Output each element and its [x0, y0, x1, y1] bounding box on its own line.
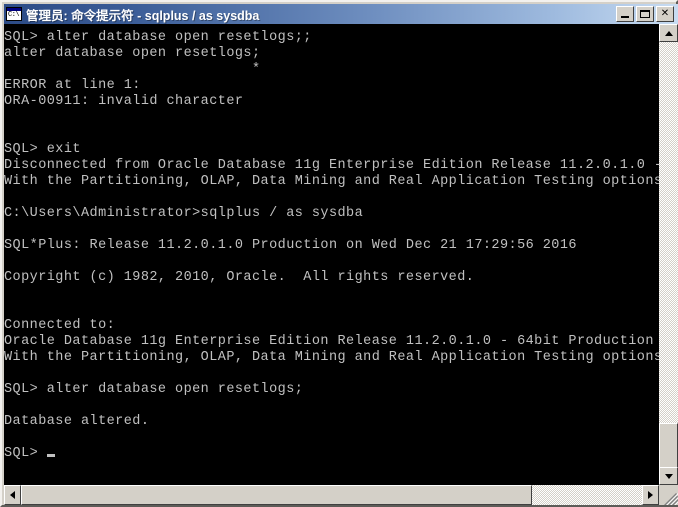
- minimize-icon: [621, 16, 629, 18]
- terminal-line: SQL> alter database open resetlogs;;: [4, 30, 312, 45]
- vertical-scrollbar[interactable]: [659, 24, 678, 485]
- terminal-line: C:\Users\Administrator>sqlplus / as sysd…: [4, 206, 364, 221]
- horizontal-scrollbar[interactable]: [4, 485, 659, 505]
- terminal-line: ERROR at line 1:: [4, 78, 141, 93]
- chevron-left-icon: [10, 491, 15, 499]
- terminal-line: With the Partitioning, OLAP, Data Mining…: [4, 350, 660, 365]
- terminal-cursor: [46, 454, 55, 457]
- console-icon-prompt: C:\: [8, 11, 20, 19]
- terminal-line: Disconnected from Oracle Database 11g En…: [4, 158, 659, 173]
- resize-grip[interactable]: [659, 485, 678, 505]
- terminal-output[interactable]: SQL> alter database open resetlogs;; alte…: [4, 24, 660, 485]
- close-icon: ✕: [660, 8, 670, 19]
- scroll-up-button[interactable]: [659, 24, 678, 42]
- terminal-line: ORA-00911: invalid character: [4, 94, 244, 109]
- terminal-line: SQL> exit: [4, 142, 81, 157]
- scroll-left-button[interactable]: [4, 485, 21, 505]
- window-client-area: SQL> alter database open resetlogs;; alte…: [4, 24, 678, 505]
- scroll-down-button[interactable]: [659, 467, 678, 485]
- console-window: C:\ 管理员: 命令提示符 - sqlplus / as sysdba ✕ S…: [0, 0, 678, 507]
- terminal-line: SQL> alter database open resetlogs;: [4, 382, 304, 397]
- terminal-line: Connected to:: [4, 318, 116, 333]
- minimize-button[interactable]: [616, 6, 634, 22]
- close-button[interactable]: ✕: [656, 6, 674, 22]
- terminal-line: *: [4, 62, 261, 77]
- terminal-text-buffer: SQL> alter database open resetlogs;; alte…: [4, 30, 660, 462]
- scroll-right-button[interactable]: [642, 485, 659, 505]
- vertical-scrollbar-thumb[interactable]: [659, 423, 678, 468]
- chevron-down-icon: [664, 473, 673, 479]
- window-controls: ✕: [616, 6, 674, 22]
- window-title: 管理员: 命令提示符 - sqlplus / as sysdba: [26, 8, 260, 23]
- maximize-icon: [640, 10, 650, 18]
- horizontal-scrollbar-thumb[interactable]: [21, 485, 532, 505]
- terminal-line: SQL>: [4, 446, 659, 462]
- maximize-button[interactable]: [636, 6, 654, 22]
- terminal-line: Database altered.: [4, 414, 150, 429]
- terminal-line: SQL*Plus: Release 11.2.0.1.0 Production …: [4, 238, 577, 253]
- chevron-right-icon: [648, 491, 653, 499]
- terminal-line: alter database open resetlogs;: [4, 46, 261, 61]
- window-title-bar[interactable]: C:\ 管理员: 命令提示符 - sqlplus / as sysdba ✕: [4, 4, 678, 24]
- console-icon: C:\: [6, 7, 22, 21]
- terminal-line: Oracle Database 11g Enterprise Edition R…: [4, 334, 654, 349]
- terminal-line: Copyright (c) 1982, 2010, Oracle. All ri…: [4, 270, 475, 285]
- chevron-up-icon: [664, 30, 673, 36]
- terminal-line: With the Partitioning, OLAP, Data Mining…: [4, 174, 660, 189]
